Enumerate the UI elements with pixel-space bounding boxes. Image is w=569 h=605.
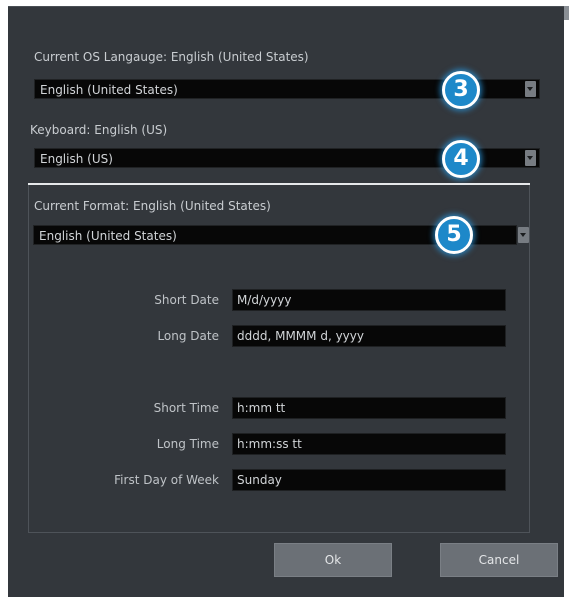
format-panel: Current Format: English (United States) …	[28, 185, 530, 533]
first-day-label: First Day of Week	[114, 473, 219, 487]
long-date-label: Long Date	[157, 329, 219, 343]
short-time-label: Short Time	[153, 401, 219, 415]
callout-badge-3: 3	[442, 71, 480, 109]
current-format-label: Current Format: English (United States)	[34, 199, 271, 213]
chevron-down-icon[interactable]	[525, 81, 536, 97]
callout-badge-5: 5	[435, 216, 473, 254]
long-date-field[interactable]: dddd, MMMM d, yyyy	[232, 325, 506, 347]
region-settings-dialog: Current OS Langauge: English (United Sta…	[8, 6, 564, 597]
short-date-field[interactable]: M/d/yyyy	[232, 289, 506, 311]
os-language-label: Current OS Langauge: English (United Sta…	[34, 50, 309, 64]
first-day-field[interactable]: Sunday	[232, 469, 506, 491]
cancel-button[interactable]: Cancel	[440, 543, 558, 577]
short-date-label: Short Date	[154, 293, 219, 307]
long-time-label: Long Time	[156, 437, 219, 451]
ok-button[interactable]: Ok	[274, 543, 392, 577]
callout-badge-4: 4	[442, 140, 480, 178]
chevron-down-icon[interactable]	[525, 150, 536, 166]
keyboard-label: Keyboard: English (US)	[30, 123, 168, 137]
chevron-down-icon[interactable]	[518, 227, 529, 243]
short-time-field[interactable]: h:mm tt	[232, 397, 506, 419]
long-time-field[interactable]: h:mm:ss tt	[232, 433, 506, 455]
